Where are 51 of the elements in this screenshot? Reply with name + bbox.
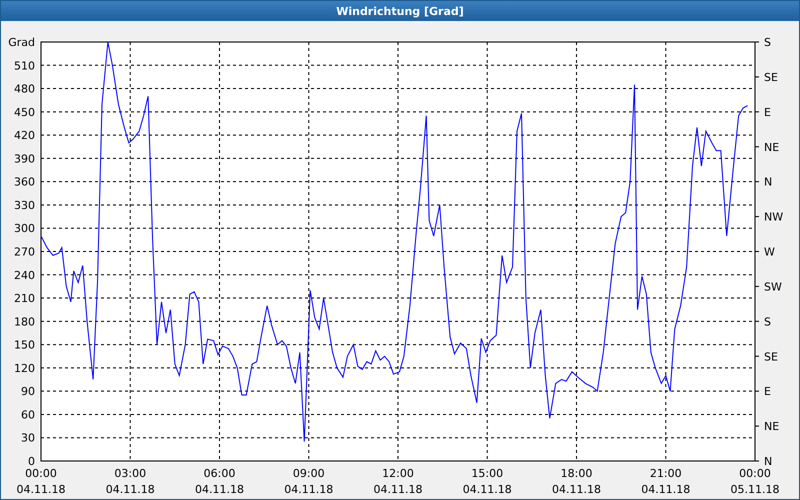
axis-tick-label: 30 bbox=[21, 432, 35, 445]
title-bar: Windrichtung [Grad] bbox=[1, 1, 799, 21]
axis-date-label: 04.11.18 bbox=[284, 483, 334, 496]
axis-tick-label: 21:00 bbox=[650, 467, 682, 480]
axis-tick-label: 60 bbox=[21, 408, 35, 422]
axis-tick-label: 150 bbox=[14, 338, 35, 352]
axis-tick-label: 06:00 bbox=[204, 467, 236, 480]
axis-tick-label: 00:00 bbox=[25, 467, 57, 480]
axis-tick-label: 18:00 bbox=[560, 467, 592, 480]
compass-label: W bbox=[764, 246, 775, 258]
axis-tick-label: 180 bbox=[14, 315, 35, 328]
axis-date-label: 04.11.18 bbox=[195, 483, 244, 496]
axis-date-label: 04.11.18 bbox=[16, 483, 66, 496]
axis-tick-label: 12:00 bbox=[382, 467, 414, 480]
axis-tick-label: 90 bbox=[21, 385, 35, 398]
axis-tick-label: 0 bbox=[28, 455, 35, 468]
compass-label: NE bbox=[764, 420, 780, 434]
axis-tick-label: 09:00 bbox=[292, 467, 325, 480]
compass-label: S bbox=[764, 36, 771, 49]
axis-date-label: 04.11.18 bbox=[106, 483, 155, 496]
axis-tick-label: 510 bbox=[14, 59, 35, 72]
compass-label: S bbox=[764, 315, 771, 328]
axis-date-label: 04.11.18 bbox=[552, 483, 601, 496]
compass-label: SE bbox=[764, 350, 778, 364]
axis-tick-label: 240 bbox=[14, 268, 35, 282]
compass-label: N bbox=[764, 176, 772, 189]
axis-tick-label: 120 bbox=[14, 362, 35, 375]
axis-tick-label: 330 bbox=[14, 198, 35, 212]
compass-label: SE bbox=[764, 70, 778, 84]
axis-tick-label: 210 bbox=[14, 292, 35, 306]
axis-tick-label: 480 bbox=[14, 82, 35, 96]
axis-date-label: 05.11.18 bbox=[730, 483, 780, 496]
axis-tick-label: 360 bbox=[14, 176, 35, 189]
compass-label: N bbox=[764, 455, 772, 468]
axis-tick-label: 450 bbox=[14, 106, 35, 119]
axis-tick-label: 00:00 bbox=[739, 467, 771, 480]
compass-label: NE bbox=[764, 140, 780, 154]
axis-tick-label: 270 bbox=[14, 246, 35, 258]
axis-tick-label: 15:00 bbox=[471, 467, 504, 480]
axis-title: Grad bbox=[8, 36, 35, 49]
axis-tick-label: 300 bbox=[14, 222, 35, 236]
axis-tick-label: 420 bbox=[14, 129, 35, 142]
axis-date-label: 04.11.18 bbox=[374, 483, 422, 496]
compass-label: SW bbox=[764, 280, 782, 294]
axis-date-label: 04.11.18 bbox=[641, 483, 690, 496]
axis-date-label: 04.11.18 bbox=[462, 483, 512, 496]
axis-tick-label: 03:00 bbox=[114, 467, 146, 480]
compass-label: E bbox=[764, 106, 771, 119]
compass-label: NW bbox=[764, 210, 784, 224]
compass-label: E bbox=[764, 385, 771, 398]
axis-tick-label: 390 bbox=[14, 152, 35, 166]
